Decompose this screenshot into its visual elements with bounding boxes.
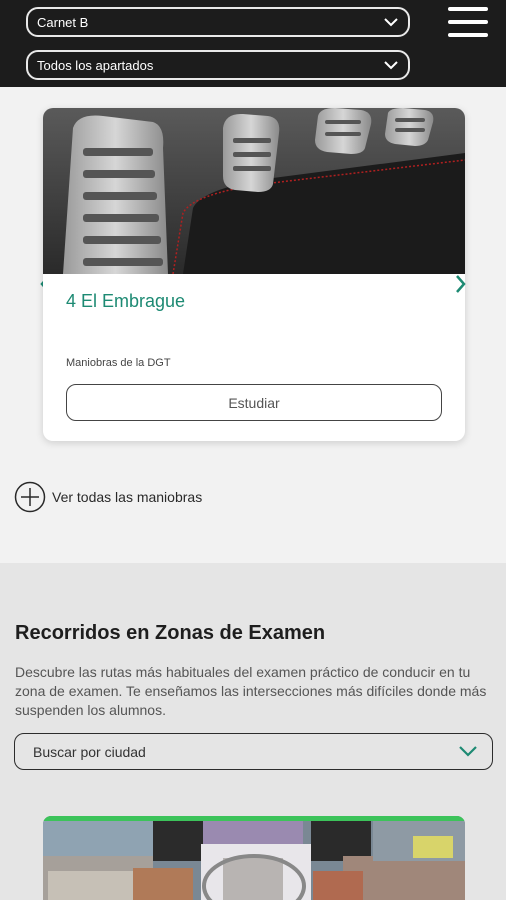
maneuver-card[interactable]: 4 El Embrague Maniobras de la DGT Estudi…	[43, 108, 465, 441]
license-select-value: Carnet B	[37, 14, 89, 30]
chevron-down-icon	[459, 746, 477, 757]
view-all-maneuvers-link[interactable]: Ver todas las maniobras	[14, 481, 202, 513]
app-header: Carnet B Todos los apartados	[0, 0, 506, 87]
section-select-value: Todos los apartados	[37, 57, 154, 73]
hamburger-menu-icon[interactable]	[448, 7, 488, 37]
study-button[interactable]: Estudiar	[66, 384, 442, 421]
pedals-image	[43, 108, 465, 274]
route-video-thumbnail[interactable]	[43, 816, 465, 900]
section-title: Recorridos en Zonas de Examen	[15, 622, 326, 644]
chevron-down-icon	[384, 61, 398, 70]
chevron-down-icon	[384, 18, 398, 27]
view-all-label: Ver todas las maniobras	[52, 489, 203, 505]
maneuver-category: Maniobras de la DGT	[66, 357, 171, 369]
section-select[interactable]: Todos los apartados	[26, 50, 410, 80]
city-select-placeholder: Buscar por ciudad	[33, 743, 146, 760]
license-select[interactable]: Carnet B	[26, 7, 410, 37]
exam-routes-section: Recorridos en Zonas de Examen Descubre l…	[0, 563, 506, 900]
section-description: Descubre las rutas más habituales del ex…	[15, 664, 487, 718]
chevron-right-icon[interactable]	[454, 273, 468, 295]
plus-circle-icon	[14, 481, 46, 513]
city-search-select[interactable]: Buscar por ciudad	[14, 733, 493, 770]
maneuver-title: 4 El Embrague	[66, 291, 186, 311]
